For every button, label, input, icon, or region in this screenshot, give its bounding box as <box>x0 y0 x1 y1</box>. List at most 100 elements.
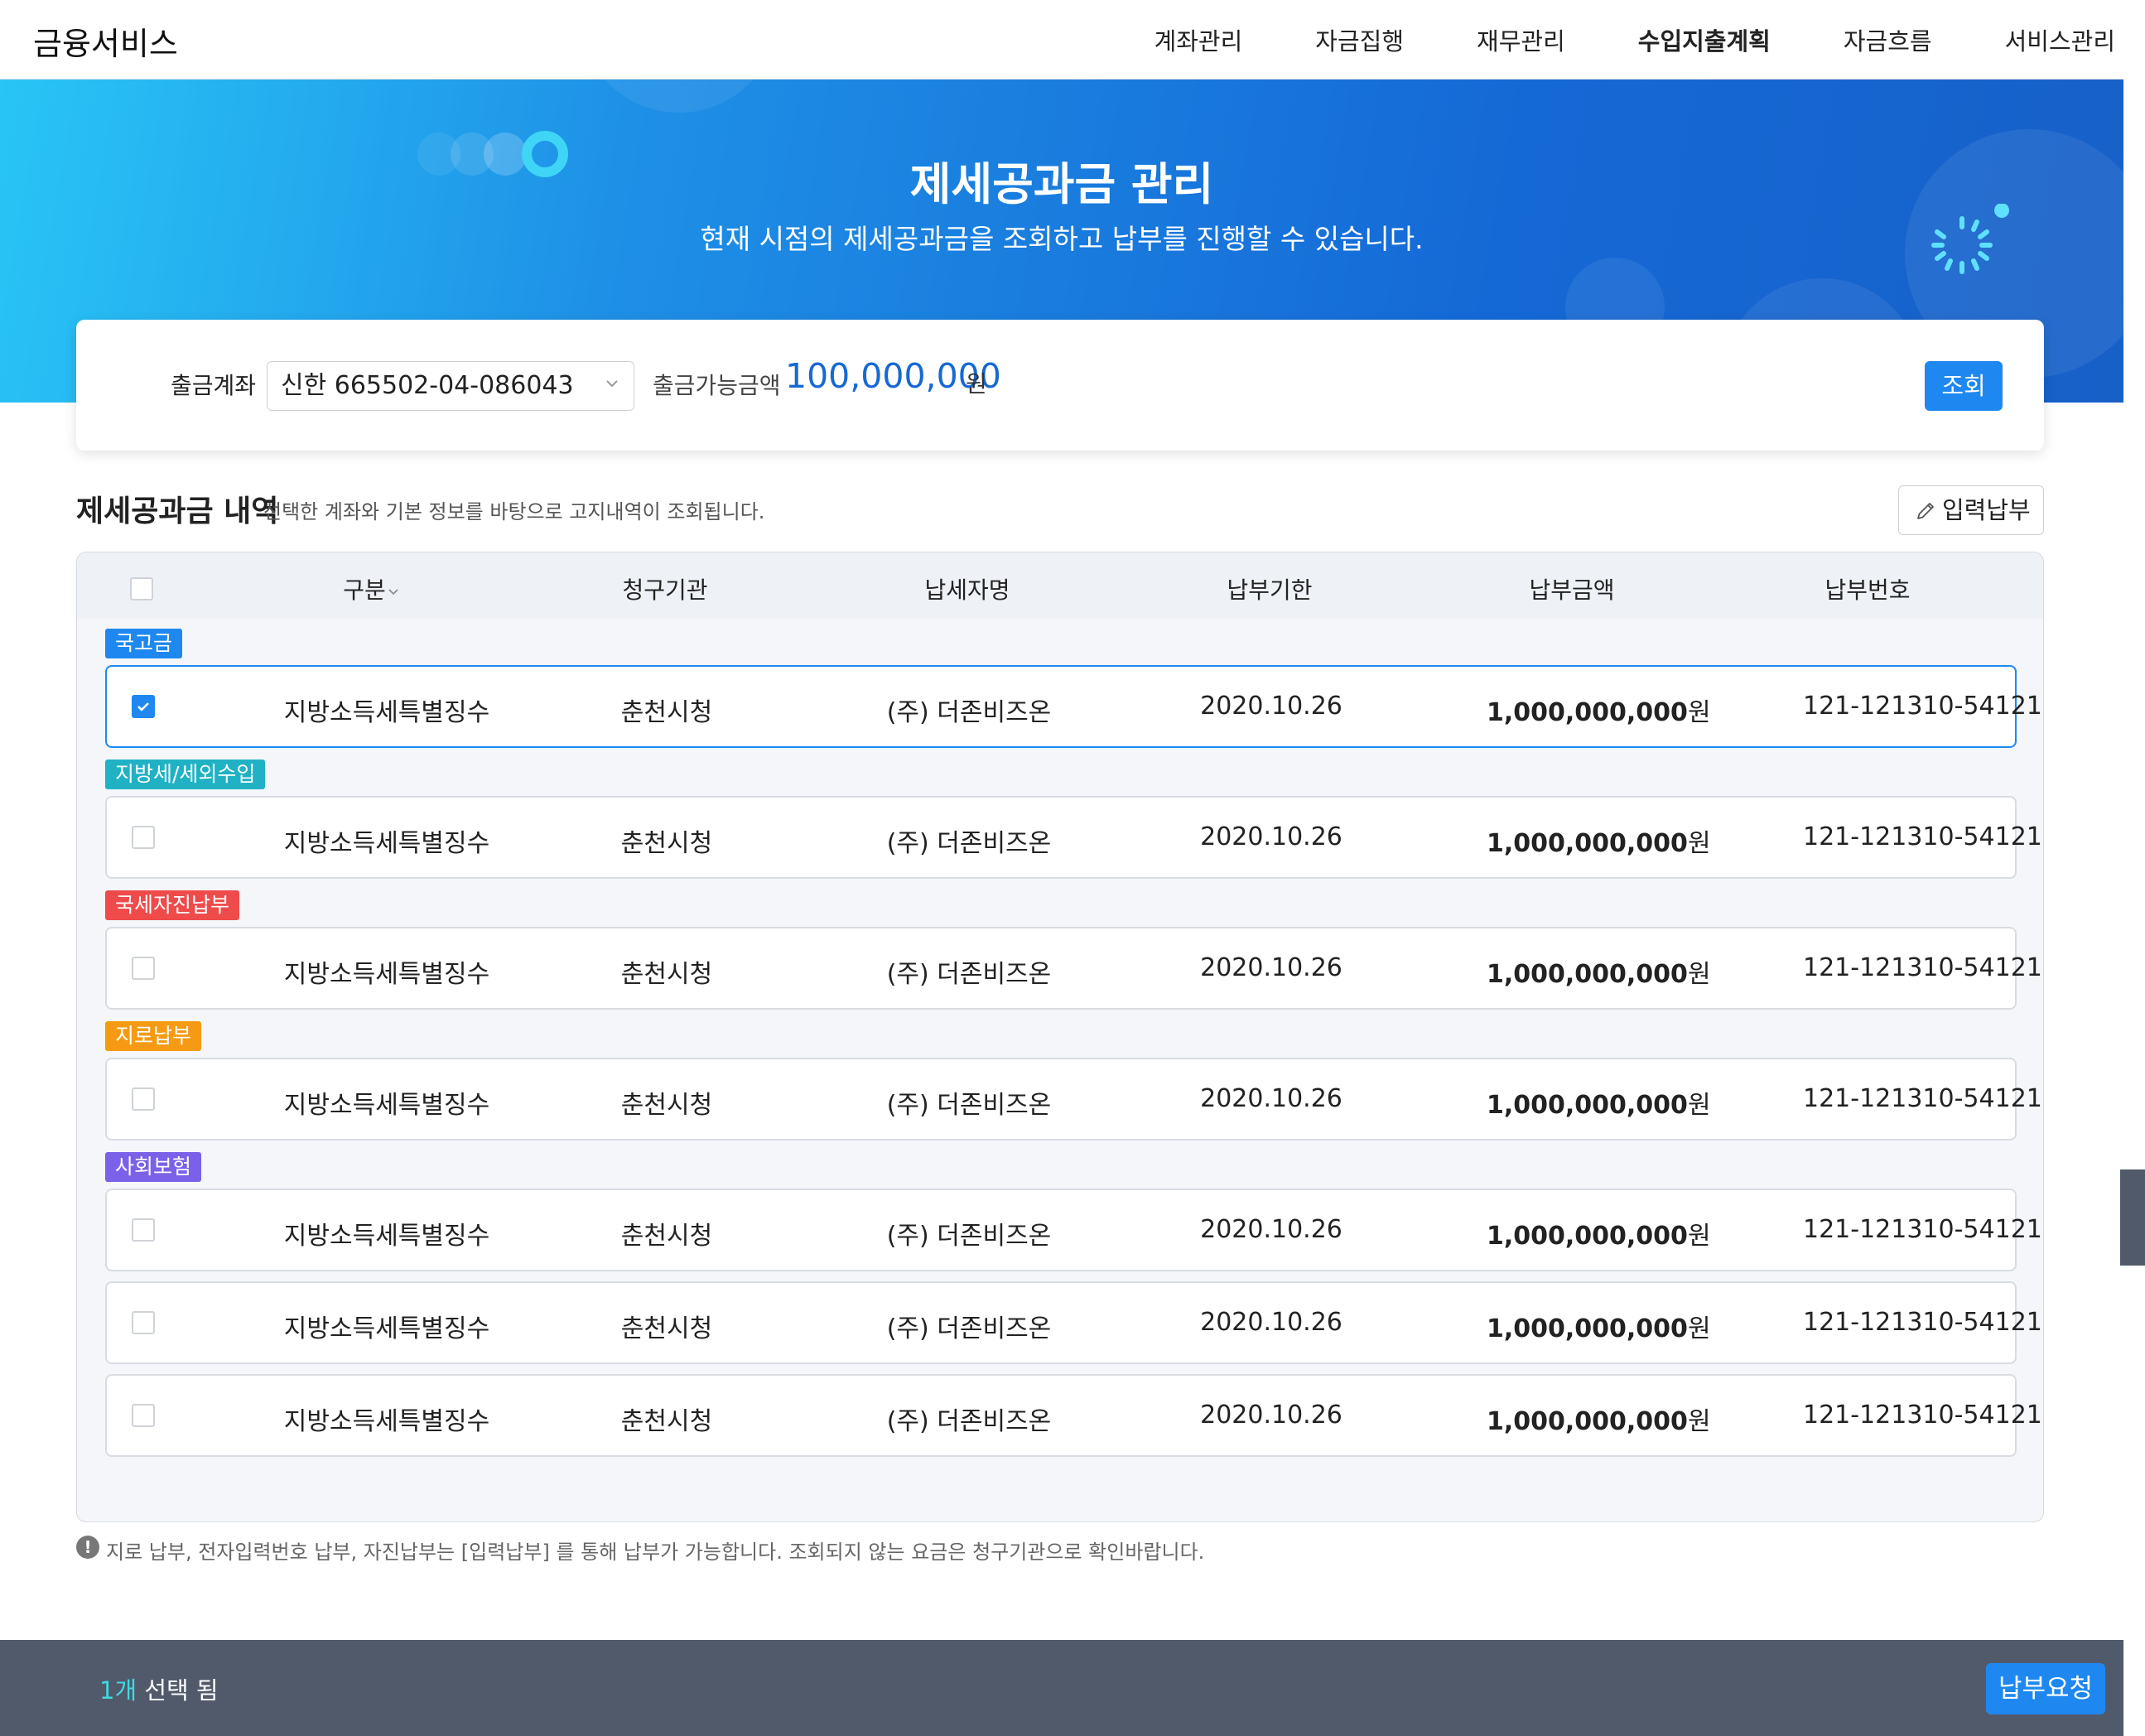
amount-unit: 원 <box>1687 1407 1711 1436</box>
cell-payment-number: 121-121310-54121 <box>1803 953 2042 982</box>
payment-request-button[interactable]: 납부요청 <box>1986 1663 2105 1714</box>
nav-item-finance[interactable]: 재무관리 <box>1477 22 1565 57</box>
cell-category: 지방소득세특별징수 <box>283 1091 490 1120</box>
table-row[interactable]: 지방소득세특별징수 춘천시청 (주) 더존비즈온 2020.10.26 1,000,00… <box>105 665 2042 748</box>
account-select[interactable]: 신한 665502-04-086043 <box>267 361 634 411</box>
available-amount-label: 출금가능금액 <box>653 372 781 399</box>
select-all-checkbox[interactable] <box>130 577 153 600</box>
cell-payment-number: 121-121310-54121 <box>1803 1308 2042 1337</box>
check-icon <box>137 702 149 711</box>
main-nav: 계좌관리 자금집행 재무관리 수입지출계획 자금흐름 서비스관리 <box>1154 0 2123 80</box>
cell-payment-number: 121-121310-54121 <box>1803 1084 2042 1113</box>
row-checkbox[interactable] <box>132 1404 155 1427</box>
notice-text: ! 지로 납부, 전자입력번호 납부, 자진납부는 [입력납부] 를 통해 납부… <box>76 1536 1204 1565</box>
cell-payer: (주) 더존비즈온 <box>886 829 1052 858</box>
column-header-payment-number: 납부번호 <box>1824 576 1911 604</box>
table-row[interactable]: 지방소득세특별징수 춘천시청 (주) 더존비즈온 2020.10.26 1,000,00… <box>105 1058 2042 1140</box>
nav-item-account[interactable]: 계좌관리 <box>1154 22 1243 57</box>
row-checkbox[interactable] <box>132 826 155 849</box>
cell-payer: (주) 더존비즈온 <box>886 1222 1052 1251</box>
table-header: 구분 청구기관 납세자명 납부기한 납부금액 납부번호 <box>77 552 2043 619</box>
selected-count-number: 1개 <box>99 1676 137 1705</box>
column-header-category[interactable]: 구분 <box>322 572 422 605</box>
column-header-agency: 청구기관 <box>622 576 708 604</box>
cell-payer: (주) 더존비즈온 <box>886 1314 1052 1343</box>
column-header-payer: 납세자명 <box>924 576 1010 604</box>
cell-amount: 1,000,000,000원 <box>1487 1084 1711 1121</box>
amount-unit: 원 <box>1687 1222 1711 1251</box>
cell-due-date: 2020.10.26 <box>1200 1084 1342 1113</box>
nav-item-fund-execution[interactable]: 자금집행 <box>1315 22 1404 57</box>
cell-agency: 춘천시청 <box>620 1222 713 1251</box>
row-checkbox[interactable] <box>132 1087 155 1111</box>
table-row[interactable]: 지방소득세특별징수 춘천시청 (주) 더존비즈온 2020.10.26 1,000,00… <box>105 1281 2042 1364</box>
cell-payer: (주) 더존비즈온 <box>886 698 1052 727</box>
amount-value: 1,000,000,000 <box>1487 698 1688 727</box>
nav-item-service[interactable]: 서비스관리 <box>2005 22 2115 57</box>
amount-value: 1,000,000,000 <box>1487 829 1688 858</box>
nav-item-fund-flow[interactable]: 자금흐름 <box>1844 22 1932 57</box>
notice-message: 지로 납부, 전자입력번호 납부, 자진납부는 [입력납부] 를 통해 납부가 … <box>106 1541 1205 1564</box>
app-logo[interactable]: 금융서비스 <box>33 18 178 64</box>
cell-category: 지방소득세특별징수 <box>283 1314 490 1343</box>
cell-payer: (주) 더존비즈온 <box>886 1407 1052 1436</box>
cell-agency: 춘천시청 <box>620 829 713 858</box>
table-row[interactable]: 지방소득세특별징수 춘천시청 (주) 더존비즈온 2020.10.26 1,000,00… <box>105 796 2042 879</box>
selected-count: 1개 선택 됨 <box>99 1671 219 1706</box>
category-badge: 지로납부 <box>105 1021 202 1051</box>
cell-due-date: 2020.10.26 <box>1200 953 1342 982</box>
amount-unit: 원 <box>1687 698 1711 727</box>
row-checkbox[interactable] <box>132 1311 155 1334</box>
cell-due-date: 2020.10.26 <box>1200 1215 1342 1244</box>
amount-value: 1,000,000,000 <box>1487 960 1688 989</box>
row-checkbox[interactable] <box>132 1218 155 1242</box>
category-badge: 지방세/세외수입 <box>105 760 266 789</box>
row-checkbox[interactable] <box>132 695 155 718</box>
cell-category: 지방소득세특별징수 <box>283 1407 490 1436</box>
cell-agency: 춘천시청 <box>620 1314 713 1343</box>
amount-unit: 원 <box>1687 1314 1711 1343</box>
cell-amount: 1,000,000,000원 <box>1487 1401 1711 1437</box>
chevron-down-icon <box>606 380 618 388</box>
amount-unit: 원 <box>1687 1091 1711 1120</box>
cell-payment-number: 121-121310-54121 <box>1803 822 2042 851</box>
cell-payment-number: 121-121310-54121 <box>1803 692 2042 721</box>
cell-agency: 춘천시청 <box>620 960 713 989</box>
column-header-due-date: 납부기한 <box>1227 576 1313 604</box>
search-button[interactable]: 조회 <box>1925 361 2003 411</box>
amount-value: 1,000,000,000 <box>1487 1314 1688 1343</box>
table-row[interactable]: 지방소득세특별징수 춘천시청 (주) 더존비즈온 2020.10.26 1,000,00… <box>105 927 2042 1010</box>
row-checkbox[interactable] <box>132 957 155 980</box>
cell-category: 지방소득세특별징수 <box>283 960 490 989</box>
cell-agency: 춘천시청 <box>620 1407 713 1436</box>
cell-category: 지방소득세특별징수 <box>283 698 490 727</box>
cell-category: 지방소득세특별징수 <box>283 1222 490 1251</box>
cell-amount: 1,000,000,000원 <box>1487 1308 1711 1344</box>
amount-value: 1,000,000,000 <box>1487 1407 1688 1436</box>
table-row[interactable]: 지방소득세특별징수 춘천시청 (주) 더존비즈온 2020.10.26 1,000,00… <box>105 1374 2042 1457</box>
available-amount-unit: 원 <box>966 370 987 398</box>
selected-count-suffix: 선택 됨 <box>137 1676 219 1705</box>
chevron-down-icon <box>388 589 398 596</box>
cell-amount: 1,000,000,000원 <box>1487 692 1711 728</box>
bottom-action-bar: 1개 선택 됨 납부요청 <box>0 1640 2123 1736</box>
page-subtitle: 현재 시점의 제세공과금을 조회하고 납부를 진행할 수 있습니다. <box>700 223 1424 255</box>
cell-due-date: 2020.10.26 <box>1200 1308 1342 1337</box>
cell-agency: 춘천시청 <box>620 1091 713 1120</box>
input-payment-button[interactable]: 입력납부 <box>1898 485 2044 535</box>
scrollbar-track[interactable] <box>2123 0 2145 1736</box>
pencil-icon <box>1917 503 1934 519</box>
side-panel-handle[interactable] <box>2120 1169 2145 1266</box>
input-payment-label: 입력납부 <box>1942 496 2031 524</box>
cell-amount: 1,000,000,000원 <box>1487 953 1711 990</box>
nav-item-income-expense-plan[interactable]: 수입지출계획 <box>1638 22 1771 57</box>
table-row[interactable]: 지방소득세특별징수 춘천시청 (주) 더존비즈온 2020.10.26 1,000,00… <box>105 1189 2042 1271</box>
section-description: 선택한 계좌와 기본 정보를 바탕으로 고지내역이 조회됩니다. <box>263 500 765 523</box>
cell-due-date: 2020.10.26 <box>1200 692 1342 721</box>
amount-value: 1,000,000,000 <box>1487 1222 1688 1251</box>
cell-payer: (주) 더존비즈온 <box>886 1091 1052 1120</box>
filter-card: 출금계좌 신한 665502-04-086043 출금가능금액 100,000,… <box>76 320 2044 451</box>
cell-payer: (주) 더존비즈온 <box>886 960 1052 989</box>
top-header: 금융서비스 계좌관리 자금집행 재무관리 수입지출계획 자금흐름 서비스관리 <box>0 0 2123 80</box>
amount-value: 1,000,000,000 <box>1487 1091 1688 1120</box>
